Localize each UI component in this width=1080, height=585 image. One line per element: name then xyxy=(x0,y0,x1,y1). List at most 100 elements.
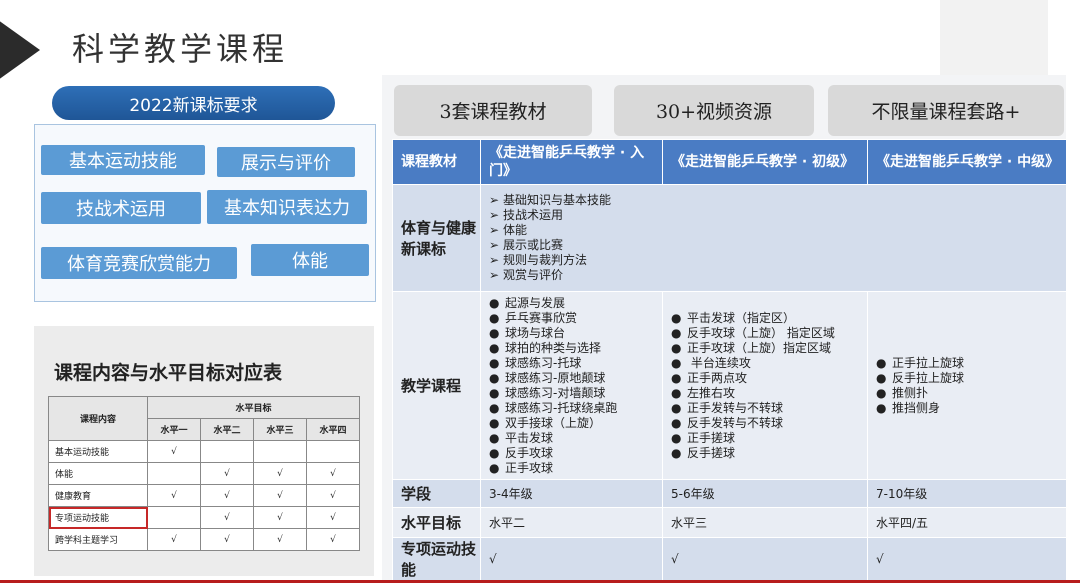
list-item: ● 正手搓球 xyxy=(671,430,736,445)
list-item: ● 推挡侧身 xyxy=(876,400,941,415)
check-cell xyxy=(200,440,254,463)
corner-decoration xyxy=(0,0,40,100)
check-cell: √ xyxy=(306,528,360,551)
list-item: ● 正手攻球（上旋）指定区域 xyxy=(671,340,832,355)
course-list-beginner: ● 平击发球（指定区） ● 反手攻球（上旋） 指定区域 ● 正手攻球（上旋）指定区域 … xyxy=(662,291,868,480)
check-cell xyxy=(147,506,201,529)
check-cell: √ xyxy=(306,462,360,485)
check-cell xyxy=(253,440,307,463)
list-item: ● 反手攻球（上旋） 指定区域 xyxy=(671,325,835,340)
header-intro: 《走进智能乒乓教学 · 入门》 xyxy=(480,139,663,185)
special-cell: √ xyxy=(480,537,663,581)
resource-videos: 30+视频资源 xyxy=(614,85,814,136)
skill-fitness: 体能 xyxy=(251,244,369,276)
course-list-intro: ● 起源与发展 ● 乒乓赛事欣赏 ● 球场与球台 ● 球拍的种类与选择 ● 球感练习-托球… xyxy=(480,291,663,480)
level-header: 水平四 xyxy=(306,418,360,441)
table-row: 跨学科主题学习 √ √ √ √ xyxy=(48,528,360,551)
special-cell: √ xyxy=(867,537,1067,581)
row-label: 教学课程 xyxy=(392,291,481,480)
table-row: 专项运动技能 √ √ √ xyxy=(48,506,360,529)
check-cell: √ xyxy=(306,484,360,507)
list-item: ● 反手拉上旋球 xyxy=(876,370,965,385)
level-cell: 水平三 xyxy=(662,507,868,538)
row-label: 专项运动技能 xyxy=(392,537,481,581)
mapping-header-goal: 水平目标 xyxy=(147,396,360,419)
table-row: 基本运动技能 √ xyxy=(48,440,360,463)
check-cell: √ xyxy=(253,484,307,507)
list-item: ➢ 规则与裁判方法 xyxy=(489,253,588,267)
list-item: ● 推侧扑 xyxy=(876,385,929,400)
list-item: ● 反手搓球 xyxy=(671,445,736,460)
header-textbook: 课程教材 xyxy=(392,139,481,185)
check-cell: √ xyxy=(200,484,254,507)
level-cell: 水平四/五 xyxy=(867,507,1067,538)
grade-cell: 7-10年级 xyxy=(867,479,1067,508)
row-label: 健康教育 xyxy=(48,484,148,507)
list-item: ● 反手发转与不转球 xyxy=(671,415,784,430)
row-label: 跨学科主题学习 xyxy=(48,528,148,551)
skill-tactics: 技战术运用 xyxy=(41,192,201,224)
mapping-table: 课程内容 水平目标 水平一 水平二 水平三 水平四 基本运动技能 √ 体能 √ … xyxy=(48,396,360,551)
list-item: ● 起源与发展 xyxy=(489,295,566,310)
level-cell: 水平二 xyxy=(480,507,663,538)
list-item: ● 双手接球（上旋） xyxy=(489,415,602,430)
check-cell: √ xyxy=(306,506,360,529)
course-table: 课程教材 《走进智能乒乓教学 · 入门》 《走进智能乒乓教学 · 初级》 《走进… xyxy=(392,139,1067,581)
row-label: 学段 xyxy=(392,479,481,508)
skill-appreciation: 体育竞赛欣赏能力 xyxy=(41,247,237,279)
skill-basic-movement: 基本运动技能 xyxy=(41,145,205,175)
table-row: 专项运动技能 √ √ √ xyxy=(392,537,1067,581)
table-row: 健康教育 √ √ √ √ xyxy=(48,484,360,507)
special-cell: √ xyxy=(662,537,868,581)
check-cell: √ xyxy=(253,506,307,529)
check-cell: √ xyxy=(253,462,307,485)
check-cell: √ xyxy=(200,506,254,529)
level-header: 水平二 xyxy=(200,418,254,441)
list-item: ➢ 基础知识与基本技能 xyxy=(489,193,612,207)
list-item: ● 球感练习-对墙颠球 xyxy=(489,385,606,400)
list-item: ● 球感练习-托球 xyxy=(489,355,582,370)
level-header: 水平一 xyxy=(147,418,201,441)
list-item: ● 反手攻球 xyxy=(489,445,554,460)
row-label: 体能 xyxy=(48,462,148,485)
list-item: ● 平击发球 xyxy=(489,430,554,445)
corner-shade xyxy=(940,0,1048,80)
row-label: 体育与健康新课标 xyxy=(392,184,481,292)
list-item: ● 左推右攻 xyxy=(671,385,736,400)
list-item: ● 正手发转与不转球 xyxy=(671,400,784,415)
row-label: 水平目标 xyxy=(392,507,481,538)
page-title: 科学教学课程 xyxy=(72,30,289,68)
check-cell xyxy=(147,462,201,485)
list-item: ● 半台连续攻 xyxy=(671,355,751,370)
header-intermediate: 《走进智能乒乓教学 · 中级》 xyxy=(867,139,1067,185)
grade-cell: 3-4年级 xyxy=(480,479,663,508)
row-label: 基本运动技能 xyxy=(48,440,148,463)
table-row: 体能 √ √ √ xyxy=(48,462,360,485)
list-item: ➢ 技战术运用 xyxy=(489,208,564,222)
check-cell: √ xyxy=(147,440,201,463)
course-list-intermediate: ● 正手拉上旋球 ● 反手拉上旋球 ● 推侧扑 ● 推挡侧身 xyxy=(867,291,1067,480)
list-item: ➢ 体能 xyxy=(489,223,528,237)
list-item: ● 球场与球台 xyxy=(489,325,566,340)
standard-items: ➢ 基础知识与基本技能 ➢ 技战术运用 ➢ 体能 ➢ 展示或比赛 ➢ 规则与裁判方法 ➢ 观… xyxy=(480,184,1067,292)
level-header: 水平三 xyxy=(253,418,307,441)
row-label-highlighted: 专项运动技能 xyxy=(48,506,148,529)
check-cell: √ xyxy=(200,528,254,551)
list-item: ➢ 展示或比赛 xyxy=(489,238,564,252)
skill-display-evaluation: 展示与评价 xyxy=(217,147,355,177)
list-item: ● 正手两点攻 xyxy=(671,370,748,385)
requirements-pill: 2022新课标要求 xyxy=(52,86,335,120)
bottom-accent-line xyxy=(0,580,1080,583)
check-cell: √ xyxy=(253,528,307,551)
mapping-title: 课程内容与水平目标对应表 xyxy=(54,362,283,384)
list-item: ● 乒乓赛事欣赏 xyxy=(489,310,578,325)
list-item: ● 平击发球（指定区） xyxy=(671,310,796,325)
table-row: 体育与健康新课标 ➢ 基础知识与基本技能 ➢ 技战术运用 ➢ 体能 ➢ 展示或比赛 ➢ 规… xyxy=(392,184,1067,292)
requirements-panel: 基本运动技能 展示与评价 技战术运用 基本知识表达力 体育竞赛欣赏能力 体能 xyxy=(34,124,376,302)
grade-cell: 5-6年级 xyxy=(662,479,868,508)
list-item: ● 球拍的种类与选择 xyxy=(489,340,602,355)
check-cell xyxy=(306,440,360,463)
list-item: ● 球感练习-原地颠球 xyxy=(489,370,606,385)
list-item: ➢ 观赏与评价 xyxy=(489,268,564,282)
list-item: ● 正手拉上旋球 xyxy=(876,355,965,370)
